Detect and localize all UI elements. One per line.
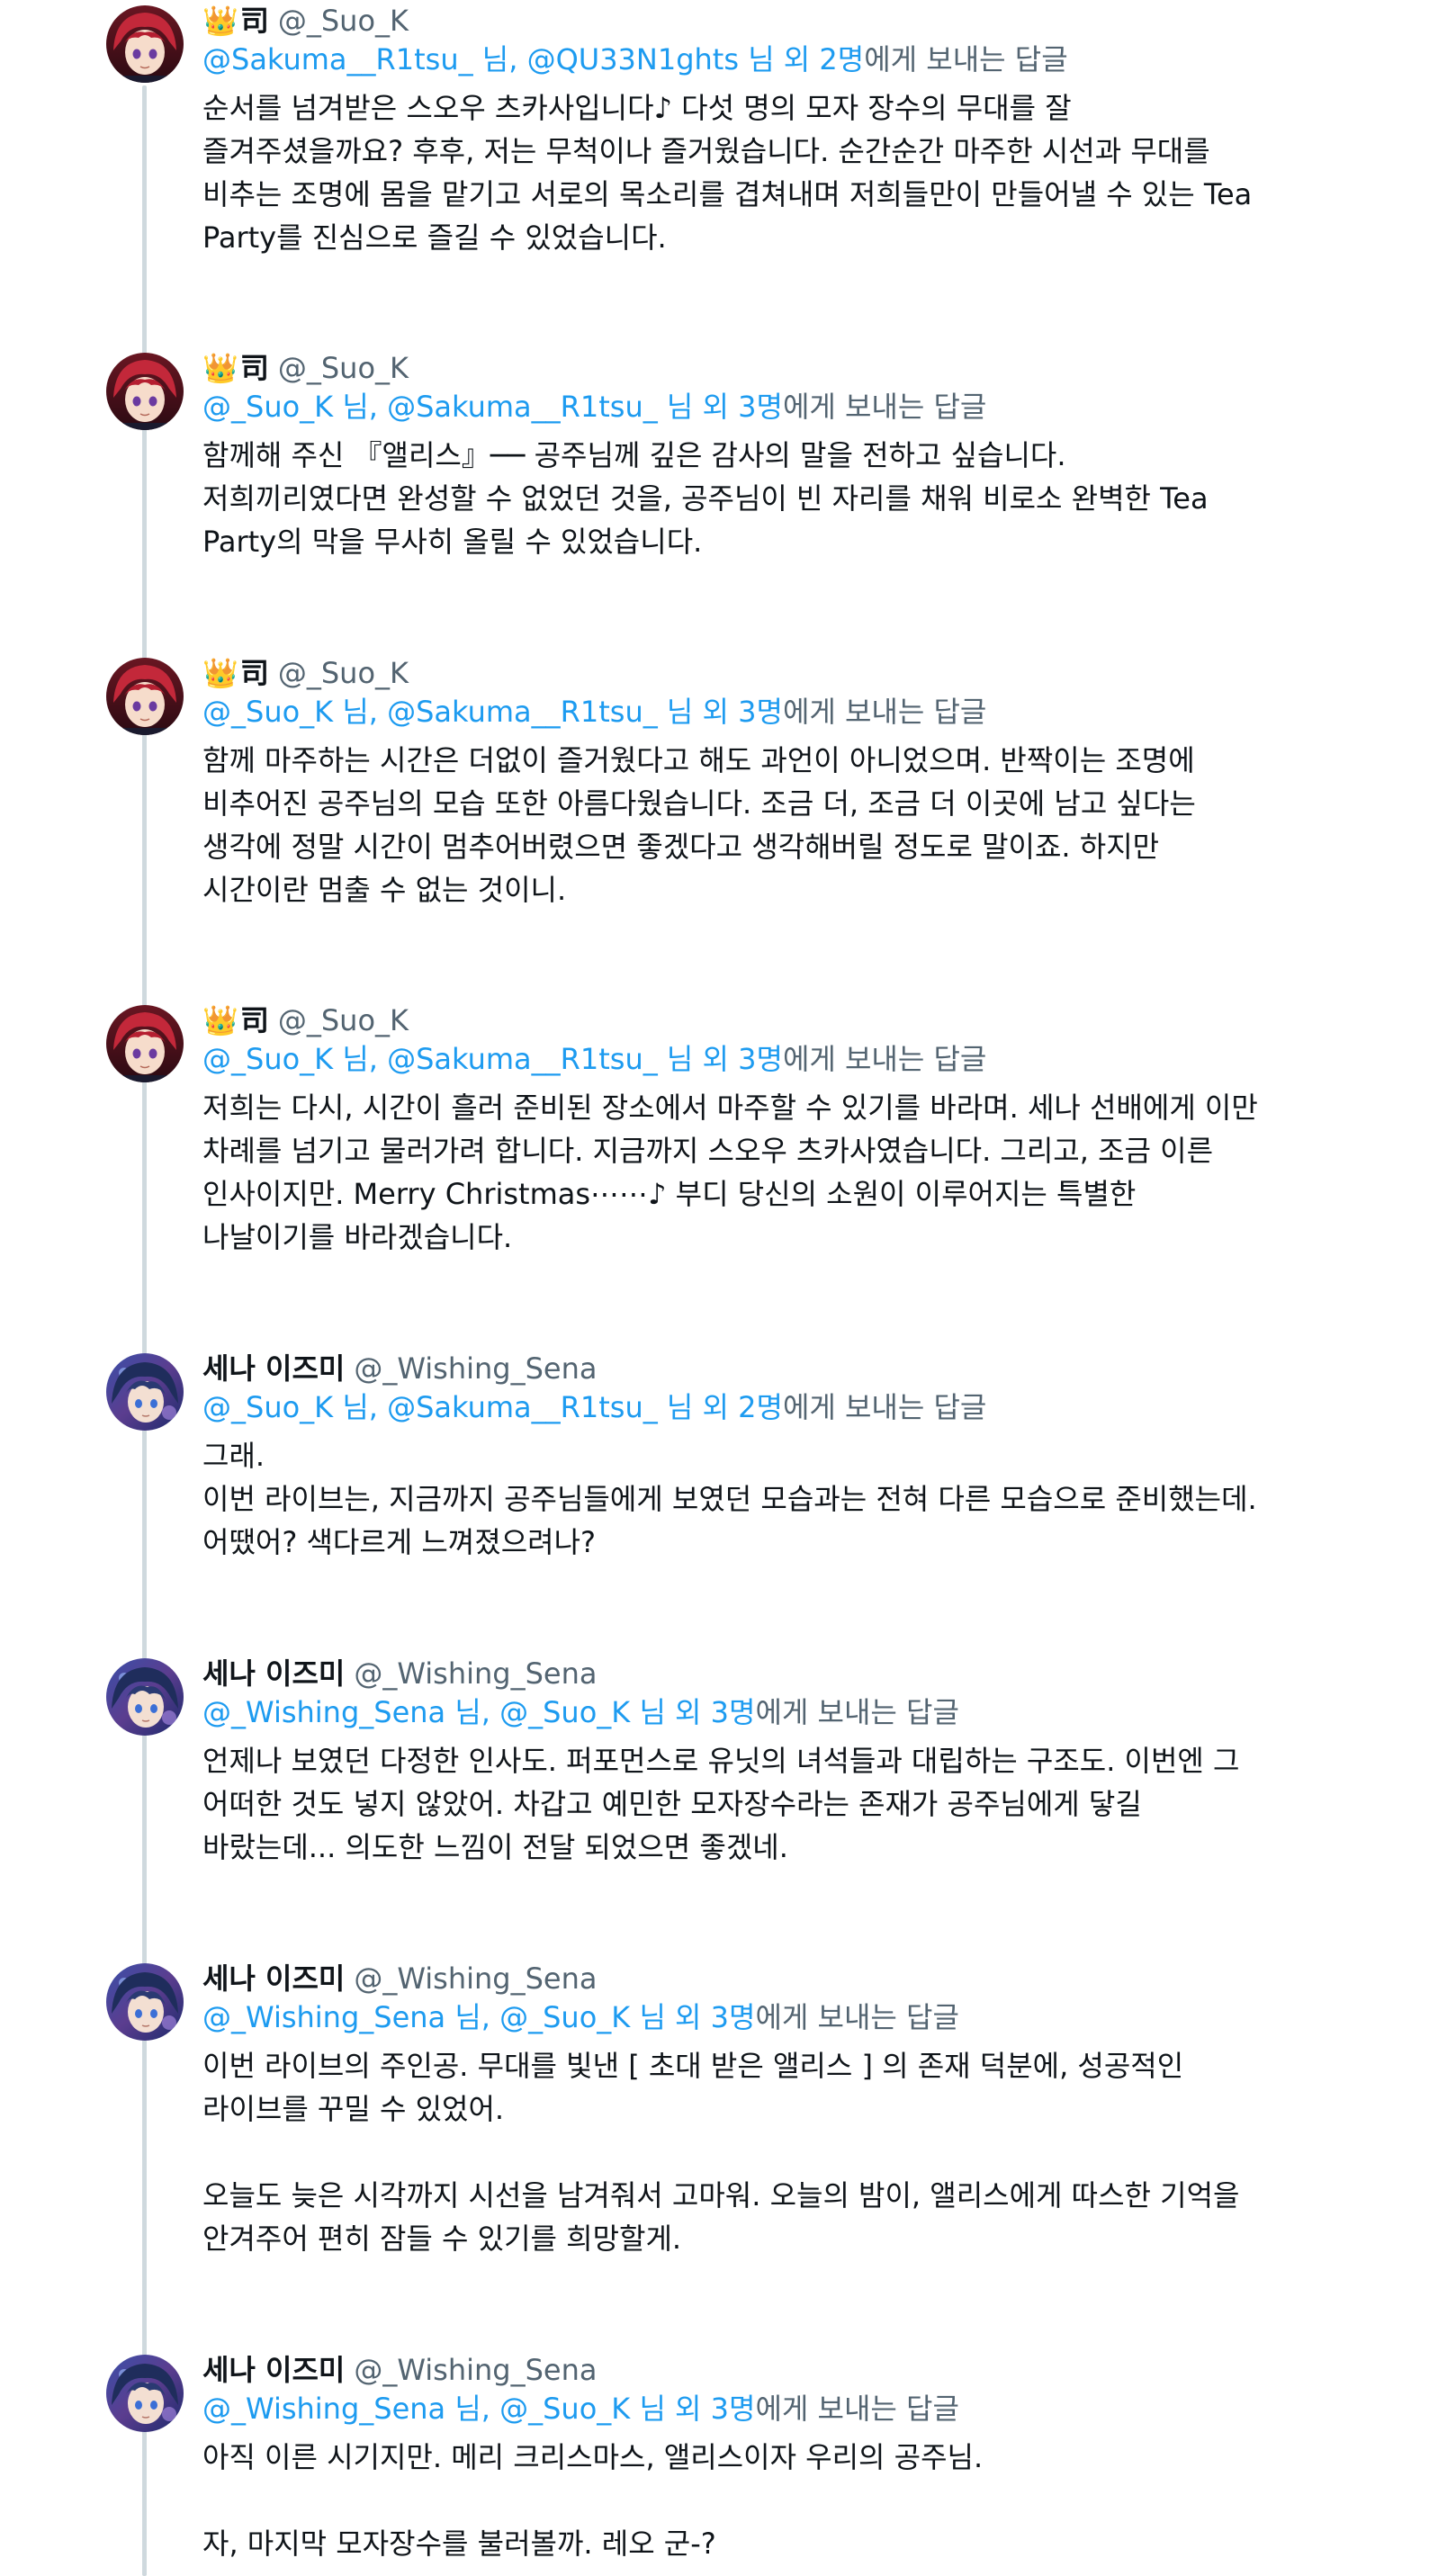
- avatar[interactable]: [106, 1963, 184, 2041]
- reply-mentions-link[interactable]: @_Wishing_Sena 님, @_Suo_K 님 외 3명: [202, 2000, 755, 2034]
- display-name[interactable]: 司: [240, 655, 269, 691]
- avatar[interactable]: [106, 353, 184, 430]
- user-handle[interactable]: @_Wishing_Sena: [354, 2352, 597, 2388]
- avatar[interactable]: [106, 1658, 184, 1736]
- crimson-hair-avatar: [106, 5, 184, 83]
- display-name[interactable]: 세나 이즈미: [202, 1961, 345, 1997]
- tweet-content: 👑 司 @_Suo_K @_Suo_K 님, @Sakuma__R1tsu_ 님 외…: [202, 347, 1399, 563]
- reply-label: 에게 보내는 답글: [864, 42, 1068, 76]
- reply-label: 에게 보내는 답글: [755, 2392, 959, 2426]
- navy-hair-avatar: [106, 2355, 184, 2432]
- tweet-text: 이번 라이브의 주인공. 무대를 빛낸 [ 초대 받은 앨리스 ] 의 존재 덕…: [202, 2049, 1240, 2256]
- user-handle[interactable]: @_Suo_K: [278, 3, 409, 39]
- tweet-content: 👑 司 @_Suo_K @_Suo_K 님, @Sakuma__R1tsu_ 님 외…: [202, 652, 1399, 911]
- tweet-text: 순서를 넘겨받은 스오우 츠카사입니다♪ 다섯 명의 모자 장수의 무대를 잘 …: [202, 91, 1253, 255]
- navy-hair-avatar: [106, 1963, 184, 2041]
- tweet-text: 저희는 다시, 시간이 흘러 준비된 장소에서 마주할 수 있기를 바라며. 세…: [202, 1091, 1258, 1254]
- display-name[interactable]: 司: [240, 350, 269, 386]
- reply-context: @_Wishing_Sena 님, @_Suo_K 님 외 3명에게 보내는 답…: [202, 1694, 1399, 1737]
- display-name[interactable]: 세나 이즈미: [202, 1351, 345, 1387]
- reply-context: @_Suo_K 님, @Sakuma__R1tsu_ 님 외 2명에게 보내는 …: [202, 1389, 1399, 1432]
- reply-context: @_Suo_K 님, @Sakuma__R1tsu_ 님 외 3명에게 보내는 …: [202, 694, 1399, 737]
- user-handle[interactable]: @_Suo_K: [278, 655, 409, 691]
- navy-hair-avatar: [106, 1658, 184, 1736]
- reply-mentions-link[interactable]: @_Wishing_Sena 님, @_Suo_K 님 외 3명: [202, 1695, 755, 1729]
- tweet-text: 그래. 이번 라이브는, 지금까지 공주님들에게 보였던 모습과는 전혀 다른 …: [202, 1439, 1257, 1559]
- tweet-header: 세나 이즈미 @_Wishing_Sena: [202, 2349, 1399, 2391]
- avatar[interactable]: [106, 2355, 184, 2432]
- avatar[interactable]: [106, 5, 184, 83]
- tweet-content: 👑 司 @_Suo_K @_Suo_K 님, @Sakuma__R1tsu_ 님 외…: [202, 1000, 1399, 1259]
- user-handle[interactable]: @_Suo_K: [278, 350, 409, 386]
- tweet-header: 세나 이즈미 @_Wishing_Sena: [202, 1348, 1399, 1389]
- avatar[interactable]: [106, 1005, 184, 1082]
- tweet-content: 세나 이즈미 @_Wishing_Sena @_Wishing_Sena 님, @…: [202, 1958, 1399, 2260]
- reply-context: @_Suo_K 님, @Sakuma__R1tsu_ 님 외 3명에게 보내는 …: [202, 1041, 1399, 1084]
- display-name[interactable]: 司: [240, 1002, 269, 1038]
- user-handle[interactable]: @_Wishing_Sena: [354, 1656, 597, 1692]
- user-handle[interactable]: @_Wishing_Sena: [354, 1961, 597, 1997]
- navy-hair-avatar: [106, 1353, 184, 1431]
- reply-thread: 👑 司 @_Suo_K @Sakuma__R1tsu_ 님, @QU33N1ghts…: [0, 0, 1438, 2576]
- reply-mentions-link[interactable]: @_Suo_K 님, @Sakuma__R1tsu_ 님 외 3명: [202, 1042, 783, 1076]
- avatar[interactable]: [106, 658, 184, 735]
- tweet-content: 세나 이즈미 @_Wishing_Sena @_Wishing_Sena 님, @…: [202, 1653, 1399, 1869]
- tweet-header: 세나 이즈미 @_Wishing_Sena: [202, 1958, 1399, 1999]
- crimson-hair-avatar: [106, 658, 184, 735]
- reply-mentions-link[interactable]: @_Suo_K 님, @Sakuma__R1tsu_ 님 외 3명: [202, 390, 783, 424]
- reply-label: 에게 보내는 답글: [782, 1042, 987, 1076]
- user-handle[interactable]: @_Wishing_Sena: [354, 1351, 597, 1387]
- reply-context: @_Wishing_Sena 님, @_Suo_K 님 외 3명에게 보내는 답…: [202, 1999, 1399, 2042]
- crimson-hair-avatar: [106, 353, 184, 430]
- tweet-header: 세나 이즈미 @_Wishing_Sena: [202, 1653, 1399, 1694]
- tweet-header: 👑 司 @_Suo_K: [202, 347, 1399, 389]
- tweet-text: 함께 마주하는 시간은 더없이 즐거웠다고 해도 과언이 아니었으며. 반짝이는…: [202, 743, 1196, 907]
- tweet-header: 👑 司 @_Suo_K: [202, 1000, 1399, 1041]
- crimson-hair-avatar: [106, 1005, 184, 1082]
- reply-context: @Sakuma__R1tsu_ 님, @QU33N1ghts 님 외 2명에게 …: [202, 41, 1399, 85]
- tweet-content: 세나 이즈미 @_Wishing_Sena @_Wishing_Sena 님, @…: [202, 2349, 1399, 2565]
- avatar[interactable]: [106, 1353, 184, 1431]
- reply-label: 에게 보내는 답글: [782, 390, 987, 424]
- reply-context: @_Wishing_Sena 님, @_Suo_K 님 외 3명에게 보내는 답…: [202, 2391, 1399, 2434]
- reply-mentions-link[interactable]: @Sakuma__R1tsu_ 님, @QU33N1ghts 님 외 2명: [202, 42, 864, 76]
- tweet-text: 함께해 주신 『앨리스』── 공주님께 깊은 감사의 말을 전하고 싶습니다. …: [202, 438, 1209, 559]
- reply-mentions-link[interactable]: @_Suo_K 님, @Sakuma__R1tsu_ 님 외 3명: [202, 695, 783, 729]
- display-name[interactable]: 司: [240, 3, 269, 39]
- tweet-text: 아직 이른 시기지만. 메리 크리스마스, 앨리스이자 우리의 공주님. 자, …: [202, 2440, 984, 2561]
- crown-icon: 👑: [202, 351, 238, 385]
- reply-label: 에게 보내는 답글: [782, 1390, 987, 1424]
- tweet-content: 세나 이즈미 @_Wishing_Sena @_Suo_K 님, @Sakuma_…: [202, 1348, 1399, 1564]
- tweet-header: 👑 司 @_Suo_K: [202, 0, 1399, 41]
- crown-icon: 👑: [202, 1003, 238, 1037]
- reply-label: 에게 보내는 답글: [755, 2000, 959, 2034]
- reply-label: 에게 보내는 답글: [782, 695, 987, 729]
- thread-connector-line: [142, 85, 147, 2576]
- display-name[interactable]: 세나 이즈미: [202, 2352, 345, 2388]
- tweet-text: 언제나 보였던 다정한 인사도. 퍼포먼스로 유닛의 녀석들과 대립하는 구조도…: [202, 1744, 1240, 1864]
- crown-icon: 👑: [202, 656, 238, 690]
- reply-mentions-link[interactable]: @_Suo_K 님, @Sakuma__R1tsu_ 님 외 2명: [202, 1390, 783, 1424]
- display-name[interactable]: 세나 이즈미: [202, 1656, 345, 1692]
- tweet-content: 👑 司 @_Suo_K @Sakuma__R1tsu_ 님, @QU33N1ghts…: [202, 0, 1399, 259]
- reply-mentions-link[interactable]: @_Wishing_Sena 님, @_Suo_K 님 외 3명: [202, 2392, 755, 2426]
- tweet-header: 👑 司 @_Suo_K: [202, 652, 1399, 694]
- reply-label: 에게 보내는 답글: [755, 1695, 959, 1729]
- user-handle[interactable]: @_Suo_K: [278, 1002, 409, 1038]
- crown-icon: 👑: [202, 4, 238, 38]
- reply-context: @_Suo_K 님, @Sakuma__R1tsu_ 님 외 3명에게 보내는 …: [202, 389, 1399, 432]
